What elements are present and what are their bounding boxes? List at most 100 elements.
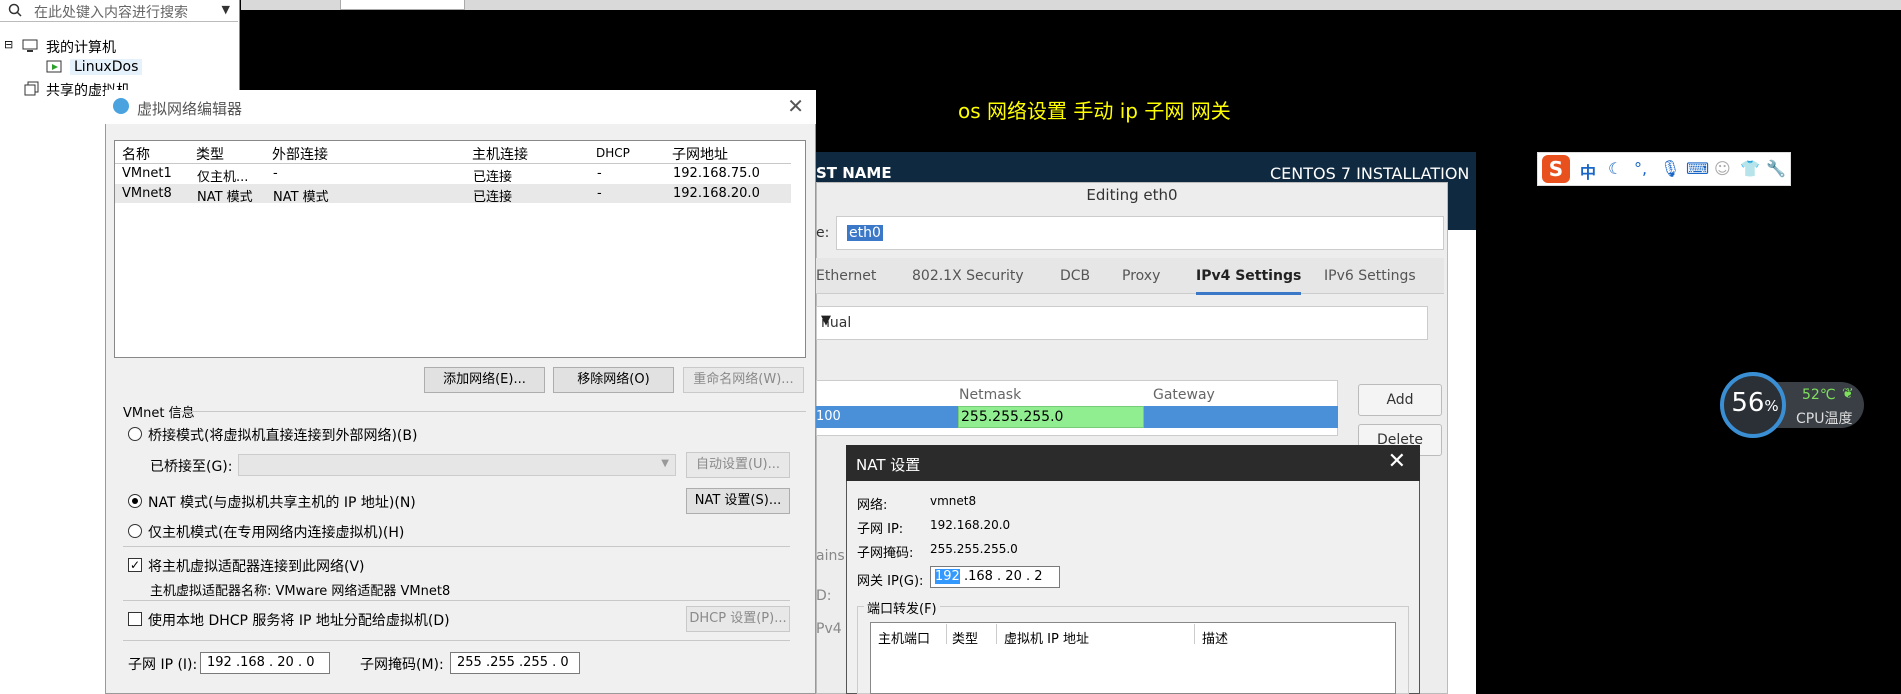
gateway-ip-input[interactable]: 192 .168 . 20 . 2 bbox=[930, 566, 1060, 588]
tab-proxy[interactable]: Proxy bbox=[1122, 268, 1160, 284]
col-type[interactable]: 类型 bbox=[196, 144, 224, 164]
edit-dialog-title: Editing eth0 bbox=[1086, 186, 1178, 204]
dhcp-client-id-label: D: bbox=[816, 588, 832, 604]
search-icon bbox=[8, 3, 22, 21]
host-only-radio[interactable] bbox=[128, 524, 142, 538]
moon-icon[interactable]: ☾ bbox=[1608, 159, 1622, 178]
library-search-input[interactable]: 在此处键入内容进行搜索 ▼ bbox=[0, 0, 238, 22]
section-divider bbox=[123, 600, 790, 601]
bridged-label: 桥接模式(将虚拟机直接连接到外部网络)(B) bbox=[148, 428, 418, 444]
skin-icon[interactable]: 👕 bbox=[1740, 159, 1760, 178]
cpu-temp-label: CPU温度 bbox=[1796, 411, 1853, 427]
col-host-port[interactable]: 主机端口 bbox=[878, 628, 930, 647]
tab-ipv4-settings[interactable]: IPv4 Settings bbox=[1196, 268, 1302, 295]
nat-network-label: 网络: bbox=[857, 498, 888, 513]
punctuation-icon[interactable]: °, bbox=[1634, 159, 1647, 178]
col-dhcp[interactable]: DHCP bbox=[596, 146, 630, 160]
tab-ethernet[interactable]: Ethernet bbox=[816, 268, 876, 284]
subnet-mask-input[interactable]: 255 .255 .255 . 0 bbox=[450, 652, 580, 674]
remove-network-button[interactable]: 移除网络(O) bbox=[553, 367, 674, 393]
cell: 192.168.75.0 bbox=[673, 166, 760, 181]
col-host[interactable]: 主机连接 bbox=[472, 144, 528, 164]
list-item[interactable]: VMnet1 仅主机... - 已连接 - 192.168.75.0 bbox=[115, 164, 791, 185]
netmask-cell-input[interactable]: 255.255.255.0 bbox=[958, 406, 1144, 428]
dhcp-settings-button[interactable]: DHCP 设置(P)... bbox=[686, 606, 790, 632]
connection-name-label: e: bbox=[816, 225, 830, 241]
group-divider bbox=[180, 411, 806, 412]
vm-tab[interactable] bbox=[340, 0, 465, 10]
auto-settings-button[interactable]: 自动设置(U)... bbox=[686, 452, 790, 478]
tab-dcb[interactable]: DCB bbox=[1060, 268, 1090, 284]
port-forward-label: 端口转发(F) bbox=[864, 598, 940, 617]
host-name-heading: ST NAME bbox=[816, 164, 892, 182]
cell: 已连接 bbox=[473, 170, 513, 185]
col-vm-ip[interactable]: 虚拟机 IP 地址 bbox=[1004, 628, 1089, 647]
rename-network-button[interactable]: 重命名网络(W)... bbox=[683, 367, 804, 393]
ime-toolbar: S 中 ☾ °, 🎙 ⌨ ☺ 👕 🔧 bbox=[1537, 152, 1791, 186]
nat-radio[interactable] bbox=[128, 494, 142, 508]
tab-8021x[interactable]: 802.1X Security bbox=[912, 268, 1024, 284]
leaf-icon: ❦ bbox=[1842, 386, 1854, 402]
connect-adapter-checkbox[interactable]: ✓ bbox=[128, 558, 142, 572]
chevron-down-icon[interactable]: ▼ bbox=[222, 3, 230, 16]
col-pf-type[interactable]: 类型 bbox=[952, 628, 978, 647]
installer-title: CENTOS 7 INSTALLATION bbox=[1270, 164, 1470, 183]
bridged-to-label: 已桥接至(G): bbox=[150, 459, 233, 475]
nat-subnet-value: 192.168.20.0 bbox=[930, 518, 1011, 532]
dns-domains-label: ains: bbox=[816, 548, 850, 564]
use-dhcp-label: 使用本地 DHCP 服务将 IP 地址分配给虚拟机(D) bbox=[148, 613, 450, 629]
col-external[interactable]: 外部连接 bbox=[272, 144, 328, 164]
add-network-button[interactable]: 添加网络(E)... bbox=[424, 367, 545, 393]
nat-settings-button[interactable]: NAT 设置(S)... bbox=[686, 488, 790, 514]
cell: - bbox=[597, 186, 602, 201]
gateway-ip-label: 网关 IP(G): bbox=[857, 574, 924, 589]
vne-title: 虚拟网络编辑器 bbox=[137, 100, 243, 118]
tab-ipv6-settings[interactable]: IPv6 Settings bbox=[1324, 268, 1416, 284]
user-icon[interactable]: ☺ bbox=[1714, 159, 1731, 178]
col-description[interactable]: 描述 bbox=[1202, 628, 1228, 647]
search-placeholder: 在此处键入内容进行搜索 bbox=[34, 5, 188, 21]
tree-my-computer[interactable]: 我的计算机 bbox=[46, 37, 116, 57]
connection-name-value: eth0 bbox=[847, 225, 883, 241]
list-item[interactable]: VMnet8 NAT 模式 NAT 模式 已连接 - 192.168.20.0 bbox=[115, 184, 791, 205]
cpu-usage-value: 56% bbox=[1730, 388, 1780, 418]
vne-titlebar: 虚拟网络编辑器 ✕ bbox=[105, 90, 816, 124]
tree-vm-linuxdos[interactable]: LinuxDos bbox=[70, 59, 143, 75]
cell: - bbox=[597, 166, 602, 181]
cpu-percent-sign: % bbox=[1764, 397, 1779, 415]
nat-titlebar: NAT 设置 ✕ bbox=[846, 445, 1420, 481]
subnet-ip-input[interactable]: 192 .168 . 20 . 0 bbox=[200, 652, 330, 674]
subnet-mask-label: 子网掩码(M): bbox=[360, 657, 444, 673]
bridged-radio[interactable] bbox=[128, 427, 142, 441]
cell: VMnet8 bbox=[122, 186, 172, 201]
add-address-button[interactable]: Add bbox=[1358, 384, 1442, 416]
sogou-logo-icon[interactable]: S bbox=[1542, 155, 1570, 183]
close-icon[interactable]: ✕ bbox=[1388, 449, 1406, 474]
chevron-down-icon: ▼ bbox=[821, 313, 831, 328]
wrench-icon[interactable]: 🔧 bbox=[1766, 159, 1786, 178]
microphone-icon[interactable]: 🎙 bbox=[1660, 159, 1680, 178]
cell: 已连接 bbox=[473, 190, 513, 205]
section-divider bbox=[123, 546, 790, 547]
ime-lang-toggle[interactable]: 中 bbox=[1580, 159, 1596, 183]
nat-mask-value: 255.255.255.0 bbox=[930, 542, 1018, 556]
method-select[interactable]: nual ▼ bbox=[816, 306, 1428, 340]
cell: - bbox=[273, 166, 278, 181]
col-name[interactable]: 名称 bbox=[122, 144, 150, 164]
adapter-name-label: 主机虚拟适配器名称: VMware 网络适配器 VMnet8 bbox=[150, 584, 451, 599]
column-divider bbox=[1194, 624, 1195, 644]
collapse-icon[interactable]: ⊟ bbox=[4, 38, 13, 51]
col-subnet[interactable]: 子网地址 bbox=[672, 144, 728, 164]
cell: 仅主机... bbox=[197, 170, 249, 185]
bridged-to-select[interactable]: ▼ bbox=[238, 454, 676, 476]
column-divider bbox=[996, 624, 997, 644]
host-only-label: 仅主机模式(在专用网络内连接虚拟机)(H) bbox=[148, 525, 405, 541]
use-dhcp-checkbox[interactable] bbox=[128, 612, 142, 626]
connection-name-input[interactable]: eth0 bbox=[836, 216, 1444, 250]
col-netmask: Netmask bbox=[959, 387, 1022, 403]
netmask-value: 255.255.255.0 bbox=[961, 409, 1064, 425]
keyboard-icon[interactable]: ⌨ bbox=[1686, 159, 1709, 178]
cell: NAT 模式 bbox=[273, 190, 329, 205]
gateway-ip-rest: .168 . 20 . 2 bbox=[959, 569, 1043, 584]
close-icon[interactable]: ✕ bbox=[787, 94, 804, 118]
